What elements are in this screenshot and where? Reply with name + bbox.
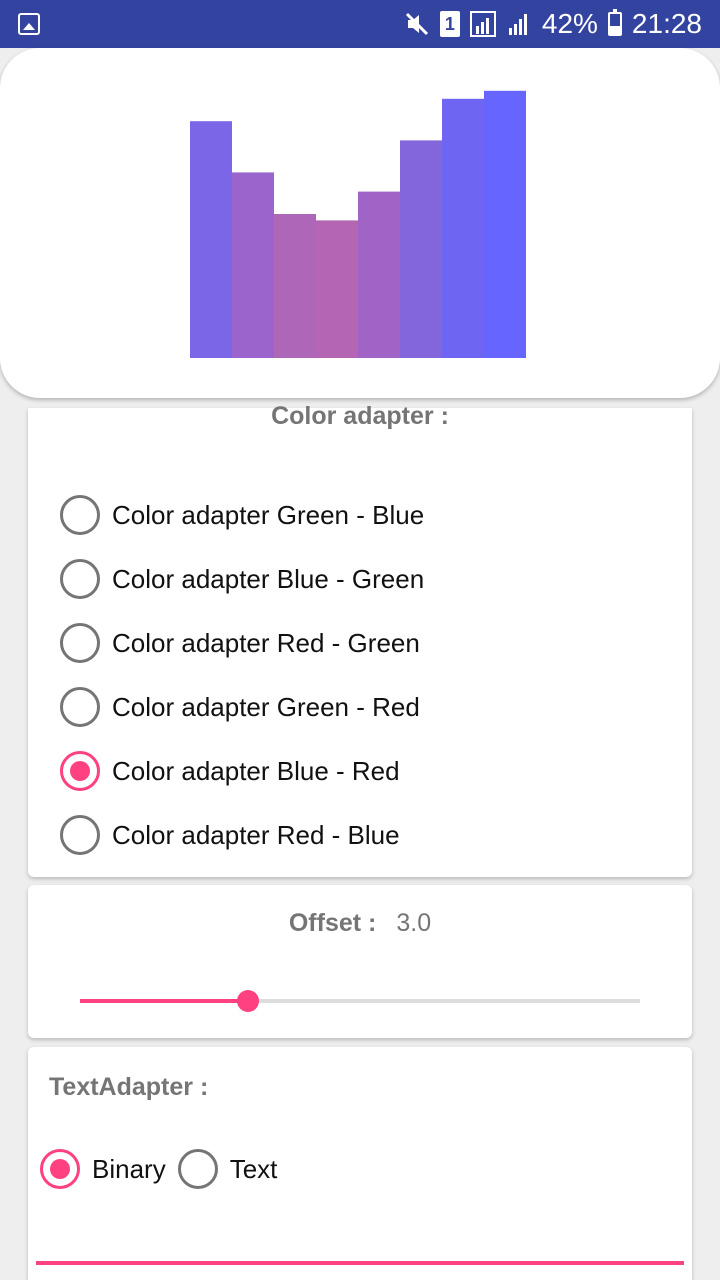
offset-slider[interactable] — [80, 989, 640, 1013]
radio-button[interactable] — [60, 687, 100, 727]
status-bar: 1 42% 21:28 — [0, 0, 720, 48]
chart-card — [0, 48, 720, 398]
offset-value: 3.0 — [396, 909, 432, 937]
radio-button[interactable] — [60, 815, 100, 855]
radio-button[interactable] — [40, 1149, 80, 1189]
signal-icon — [469, 11, 496, 37]
mute-icon — [404, 11, 430, 37]
text-adapter-title: TextAdapter : — [49, 1073, 209, 1101]
text-adapter-radio-group: Binary Text — [40, 1137, 289, 1201]
chart-bar — [400, 140, 442, 358]
radio-binary[interactable]: Binary — [40, 1137, 166, 1201]
signal-icon — [506, 11, 532, 37]
radio-blue-green[interactable]: Color adapter Blue - Green — [60, 547, 424, 611]
bar-chart — [190, 90, 526, 359]
chart-bar — [442, 98, 484, 359]
text-input-underline[interactable] — [36, 1261, 684, 1265]
radio-green-red[interactable]: Color adapter Green - Red — [60, 675, 424, 739]
radio-red-blue[interactable]: Color adapter Red - Blue — [60, 803, 424, 867]
color-adapter-title: Color adapter : — [271, 402, 449, 430]
radio-button[interactable] — [60, 495, 100, 535]
image-notification-icon — [18, 13, 40, 35]
radio-label: Binary — [92, 1153, 166, 1184]
radio-red-green[interactable]: Color adapter Red - Green — [60, 611, 424, 675]
color-adapter-card: Color adapter : Color adapter Green - Bl… — [28, 402, 692, 877]
slider-thumb[interactable] — [237, 990, 259, 1012]
chart-bar — [484, 90, 526, 359]
chart-bar — [190, 121, 232, 358]
chart-bar — [274, 214, 316, 358]
offset-card: Offset : 3.0 — [28, 885, 692, 1038]
radio-label: Color adapter Blue - Red — [112, 755, 400, 786]
color-adapter-radio-group: Color adapter Green - Blue Color adapter… — [60, 483, 424, 867]
radio-label: Color adapter Green - Red — [112, 691, 420, 722]
radio-label: Color adapter Red - Green — [112, 627, 420, 658]
radio-text[interactable]: Text — [177, 1137, 278, 1201]
text-adapter-card: TextAdapter : Binary Text — [28, 1047, 692, 1280]
radio-button[interactable] — [60, 751, 100, 791]
radio-label: Color adapter Green - Blue — [112, 499, 425, 530]
battery-icon — [607, 9, 622, 36]
radio-blue-red[interactable]: Color adapter Blue - Red — [60, 739, 424, 803]
battery-percent: 42% — [541, 8, 598, 39]
sim-icon: 1 — [439, 11, 460, 37]
radio-green-blue[interactable]: Color adapter Green - Blue — [60, 483, 424, 547]
radio-label: Color adapter Blue - Green — [112, 563, 425, 594]
offset-label: Offset : — [288, 909, 377, 937]
radio-button[interactable] — [60, 623, 100, 663]
chart-bar — [232, 172, 274, 358]
radio-label: Text — [229, 1153, 278, 1184]
radio-button[interactable] — [60, 559, 100, 599]
clock: 21:28 — [631, 8, 702, 39]
slider-fill — [80, 999, 248, 1003]
chart-bar — [358, 191, 400, 358]
chart-bar — [316, 220, 358, 358]
radio-button[interactable] — [177, 1149, 218, 1189]
radio-label: Color adapter Red - Blue — [112, 819, 400, 850]
